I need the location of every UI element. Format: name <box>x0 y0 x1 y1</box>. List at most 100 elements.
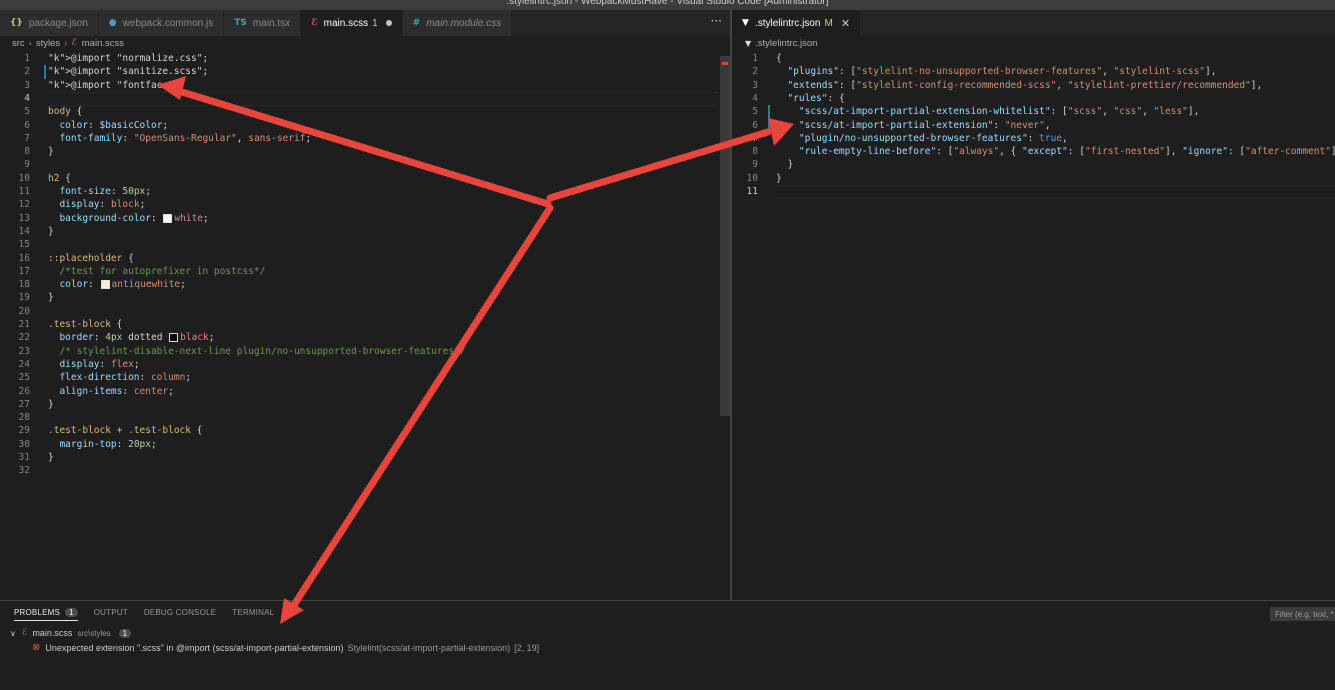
file-type-icon: ▼ <box>742 18 749 28</box>
color-swatch[interactable] <box>169 333 179 343</box>
code-line[interactable]: color: antiquewhite; <box>48 278 185 291</box>
tab-status: M <box>824 17 833 29</box>
left-tab-bar: {} package.json ● webpack.common.js TS main.t… <box>0 10 730 36</box>
code-line[interactable]: flex-direction: column; <box>48 371 191 384</box>
more-actions-icon[interactable]: ··· <box>711 14 722 28</box>
code-line[interactable]: border: 4px dotted black; <box>48 331 214 344</box>
code-line[interactable]: } <box>48 398 54 411</box>
tab-label: main.scss <box>323 17 369 29</box>
line-number: 3 <box>24 79 30 91</box>
stylelint-file-icon: ▼ <box>745 38 752 48</box>
line-number: 6 <box>752 119 758 131</box>
code-line[interactable]: "rules": { <box>776 92 844 105</box>
line-number: 5 <box>24 106 30 118</box>
line-number: 21 <box>18 319 30 330</box>
code-line[interactable]: .test-block + .test-block { <box>48 424 202 437</box>
tab-main-scss[interactable]: ℰmain.scss 1 <box>301 10 403 36</box>
line-number: 10 <box>18 172 30 184</box>
code-line[interactable]: "k">@import "normalize.css"; <box>48 52 208 65</box>
line-number: 25 <box>18 372 30 384</box>
problems-filter-input[interactable]: Filter (e.g. text, **/*.ts, !**/node_mod… <box>1270 607 1335 621</box>
current-line-highlight <box>776 185 1335 199</box>
line-number: 12 <box>18 199 30 211</box>
panel-tabs: PROBLEMS 1 OUTPUT DEBUG CONSOLE TERMINAL <box>14 608 274 621</box>
code-line[interactable]: } <box>48 451 54 464</box>
problem-row[interactable]: ⊗ Unexpected extension ".scss" in @impor… <box>32 642 539 653</box>
problem-file-row[interactable]: ∨ ℰ main.scss src\styles 1 <box>10 628 132 638</box>
tab-debug-console[interactable]: DEBUG CONSOLE <box>144 608 216 621</box>
code-line[interactable]: } <box>48 225 54 238</box>
scss-file-icon: ℰ <box>71 38 77 48</box>
color-swatch[interactable] <box>100 280 110 290</box>
code-line[interactable]: { <box>776 52 782 65</box>
breadcrumb-src[interactable]: src <box>12 38 25 49</box>
code-line[interactable]: "k">@import "sanitize.scss"; <box>48 65 208 78</box>
line-number: 17 <box>18 265 30 277</box>
chevron-down-icon[interactable]: ∨ <box>10 629 16 638</box>
code-line[interactable]: "extends": ["stylelint-config-recommende… <box>776 79 1262 92</box>
code-line[interactable]: display: block; <box>48 198 145 211</box>
color-swatch[interactable] <box>163 213 173 223</box>
file-type-icon: ● <box>108 18 117 28</box>
line-number: 32 <box>18 465 30 477</box>
code-line[interactable]: align-items: center; <box>48 385 173 398</box>
line-number: 7 <box>24 132 30 144</box>
close-icon[interactable]: ✕ <box>841 17 850 30</box>
line-number: 10 <box>746 172 758 184</box>
git-change-marker[interactable] <box>44 65 46 79</box>
tab-problems[interactable]: PROBLEMS 1 <box>14 608 78 621</box>
code-line[interactable]: "plugins": ["stylelint-no-unsupported-br… <box>776 65 1216 78</box>
problem-file-name: main.scss <box>32 628 73 638</box>
code-line[interactable]: /*test for autoprefixer in postcss*/ <box>48 265 265 278</box>
code-line[interactable]: font-family: "OpenSans-Regular", sans-se… <box>48 132 311 145</box>
tab-webpack-common-js[interactable]: ● webpack.common.js <box>98 10 225 36</box>
code-line[interactable]: /* stylelint-disable-next-line plugin/no… <box>48 345 465 358</box>
tab-package-json[interactable]: {} package.json <box>0 10 99 36</box>
tab-main-module-css[interactable]: # main.module.css <box>402 10 513 36</box>
tab-stylelintrc-json[interactable]: ▼ .stylelintrc.json M ✕ <box>732 10 862 36</box>
code-line[interactable]: ::placeholder { <box>48 252 134 265</box>
code-line[interactable]: h2 { <box>48 172 71 185</box>
code-line[interactable]: .test-block { <box>48 318 122 331</box>
breadcrumb-right: ▼ .stylelintrc.json <box>745 36 817 50</box>
line-number: 4 <box>752 92 758 104</box>
tab-output[interactable]: OUTPUT <box>94 608 128 621</box>
code-line[interactable]: } <box>776 172 782 185</box>
line-number: 19 <box>18 292 30 304</box>
breadcrumb-styles[interactable]: styles <box>36 38 60 49</box>
code-line[interactable]: body { <box>48 105 82 118</box>
line-number: 20 <box>18 305 30 317</box>
git-change-marker[interactable] <box>768 105 770 132</box>
breadcrumb: src › styles › ℰmain.scss <box>12 36 124 50</box>
code-line[interactable]: } <box>48 291 54 304</box>
code-line[interactable]: font-size: 50px; <box>48 185 151 198</box>
unsaved-dot-icon[interactable] <box>385 20 392 26</box>
scrollbar-thumb[interactable] <box>720 56 730 416</box>
line-number: 31 <box>18 452 30 463</box>
code-line[interactable]: } <box>776 158 793 171</box>
code-line[interactable]: display: flex; <box>48 358 139 371</box>
code-line[interactable]: "plugin/no-unsupported-browser-features"… <box>776 132 1068 145</box>
editor-scrollbar[interactable] <box>720 50 730 600</box>
code-line[interactable]: "scss/at-import-partial-extension-whitel… <box>776 105 1199 118</box>
code-line[interactable]: background-color: white; <box>48 212 208 225</box>
line-number: 24 <box>18 358 30 370</box>
code-line[interactable]: } <box>48 145 54 158</box>
chevron-right-icon: › <box>28 37 32 49</box>
code-line[interactable]: margin-top: 20px; <box>48 438 156 451</box>
line-number: 2 <box>752 66 758 78</box>
tab-terminal[interactable]: TERMINAL <box>232 608 274 621</box>
json-editor[interactable]: 1 {2 "plugins": ["stylelint-no-unsupporte… <box>732 50 1335 600</box>
breadcrumb-file[interactable]: main.scss <box>82 38 124 49</box>
code-line[interactable]: "k">@import "fontface"; <box>48 79 180 92</box>
line-number: 8 <box>24 146 30 158</box>
code-line[interactable]: "scss/at-import-partial-extension": "nev… <box>776 119 1051 132</box>
tab-label: package.json <box>28 17 88 29</box>
tab-label: .stylelintrc.json <box>754 17 821 29</box>
breadcrumb-file[interactable]: .stylelintrc.json <box>755 38 817 49</box>
code-line[interactable]: "rule-empty-line-before": ["always", { "… <box>776 145 1335 158</box>
line-number: 1 <box>752 53 758 64</box>
code-line[interactable]: color: $basicColor; <box>48 119 168 132</box>
tab-main-tsx[interactable]: TS main.tsx <box>224 10 302 36</box>
scss-editor[interactable]: 1 "k">@import "normalize.css"; 2 "k">@impor… <box>0 50 720 600</box>
